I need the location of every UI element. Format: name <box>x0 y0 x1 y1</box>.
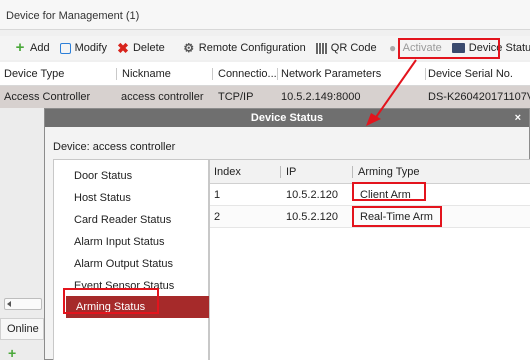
device-grid-header: Device Type Nickname Connectio... Networ… <box>0 62 530 86</box>
column-divider <box>277 68 278 80</box>
modify-button[interactable]: Modify <box>56 38 111 58</box>
menu-card-reader-status[interactable]: Card Reader Status <box>74 214 171 226</box>
plus-icon: + <box>15 39 25 56</box>
delete-button[interactable]: ✖ Delete <box>113 38 169 58</box>
cell-serial-no: DS-K260420171107V02 <box>428 91 530 103</box>
menu-alarm-output-status[interactable]: Alarm Output Status <box>74 258 173 270</box>
highlight-real-time-arm <box>352 206 442 227</box>
edit-icon <box>59 42 71 54</box>
menu-alarm-input-status[interactable]: Alarm Input Status <box>74 236 165 248</box>
qr-code-icon <box>315 42 327 54</box>
col-connection[interactable]: Connectio... <box>218 68 277 80</box>
column-divider <box>280 166 281 178</box>
cell-ip: 10.5.2.120 <box>286 189 338 201</box>
dialog-title-bar: Device Status × <box>45 109 529 127</box>
device-status-dialog: Device Status × Device: access controlle… <box>44 108 530 360</box>
remote-configuration-button[interactable]: ⚙ Remote Configuration <box>179 38 310 58</box>
cell-network-parameters: 10.5.2.149:8000 <box>281 91 361 103</box>
col-serial-no[interactable]: Device Serial No. <box>428 68 513 80</box>
col-arming-type[interactable]: Arming Type <box>358 166 420 178</box>
col-network-parameters[interactable]: Network Parameters <box>281 68 381 80</box>
col-index[interactable]: Index <box>214 166 241 178</box>
cell-index: 1 <box>214 189 221 201</box>
column-divider <box>212 68 213 80</box>
delete-x-icon: ✖ <box>117 40 129 56</box>
plus-icon[interactable]: + <box>8 345 16 360</box>
status-menu: Door Status Host Status Card Reader Stat… <box>53 159 212 360</box>
panel-title: Device for Management (1) <box>0 0 530 30</box>
scroll-left-button[interactable] <box>4 298 42 310</box>
dialog-title: Device Status <box>250 112 324 124</box>
gear-icon: ⚙ <box>183 41 195 55</box>
cell-ip: 10.5.2.120 <box>286 211 338 223</box>
online-tab[interactable]: Online <box>0 318 44 340</box>
add-button[interactable]: + Add <box>10 38 54 58</box>
col-device-type[interactable]: Device Type <box>4 68 64 80</box>
column-divider <box>116 68 117 80</box>
column-divider <box>352 166 353 178</box>
cell-connection: TCP/IP <box>218 91 254 103</box>
column-divider <box>425 68 426 80</box>
menu-host-status[interactable]: Host Status <box>74 192 131 204</box>
close-icon[interactable]: × <box>515 109 521 127</box>
bulb-icon: ● <box>389 41 397 55</box>
highlight-client-arm <box>352 182 426 201</box>
col-ip[interactable]: IP <box>286 166 296 178</box>
qr-code-button[interactable]: QR Code <box>312 38 381 58</box>
cell-nickname: access controller <box>121 91 204 103</box>
device-label: Device: access controller <box>53 141 176 153</box>
highlight-device-status <box>398 38 500 59</box>
col-nickname[interactable]: Nickname <box>122 68 171 80</box>
cell-device-type: Access Controller <box>4 91 91 103</box>
highlight-arming-status <box>63 288 159 314</box>
arming-table-header: Index IP Arming Type <box>210 160 530 184</box>
cell-index: 2 <box>214 211 221 223</box>
menu-door-status[interactable]: Door Status <box>74 170 132 182</box>
table-row[interactable]: Access Controller access controller TCP/… <box>0 86 530 108</box>
